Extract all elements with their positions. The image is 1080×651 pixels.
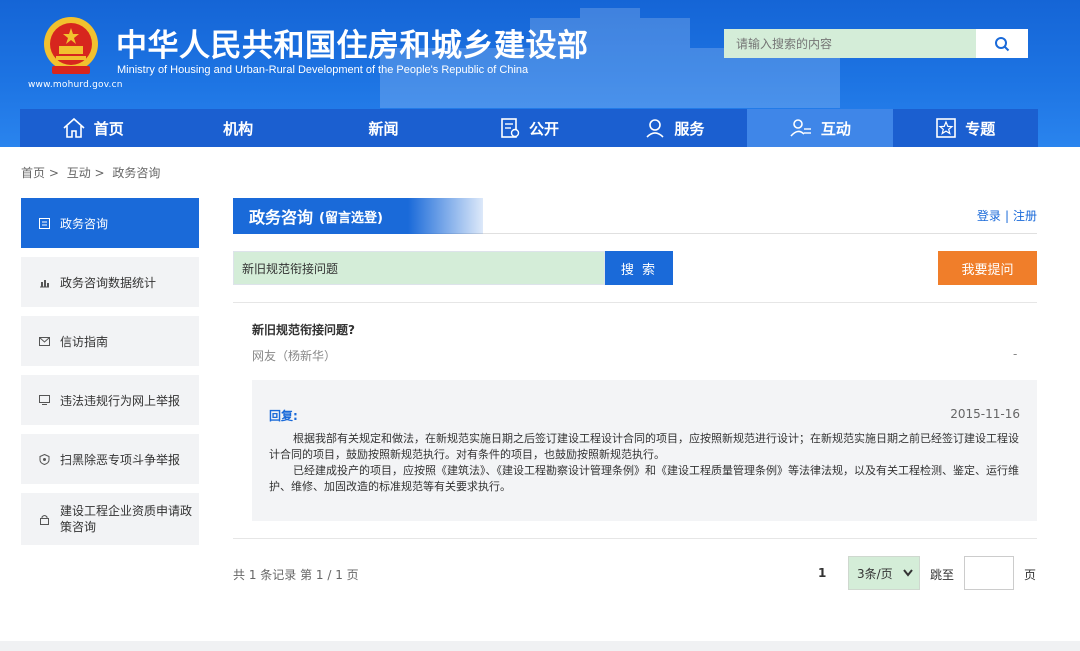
reply-label: 回复: (269, 409, 298, 423)
sidebar-item-label: 扫黑除恶专项斗争举报 (60, 452, 181, 467)
interaction-icon (790, 119, 811, 137)
document-icon (501, 118, 520, 138)
sidebar: 政务咨询 政务咨询数据统计 信访指南 违法违规行为网上举报 扫黑除恶专项斗争举报… (21, 198, 199, 554)
footer-strip (0, 641, 1080, 651)
login-link[interactable]: 登录 (977, 209, 1001, 223)
reply-date: 2015-11-16 (950, 407, 1020, 421)
national-emblem (44, 17, 98, 74)
breadcrumb-interaction[interactable]: 互动 > (67, 166, 105, 180)
sidebar-item-label: 信访指南 (60, 334, 109, 349)
nav-home-label: 首页 (93, 119, 124, 138)
nav-home[interactable]: 首页 (20, 109, 165, 147)
lock-icon (38, 513, 50, 525)
register-link[interactable]: 注册 (1013, 209, 1037, 223)
shield-icon (38, 453, 50, 465)
jump-label: 跳至 (930, 568, 955, 582)
sidebar-item-label: 建设工程企业资质申请政策咨询 (60, 504, 193, 534)
sidebar-item-consult[interactable]: 政务咨询 (21, 198, 199, 248)
service-icon (646, 119, 664, 138)
home-icon (63, 117, 85, 138)
nav-interaction-label: 互动 (820, 119, 851, 138)
page-size-value: 3条/页 (857, 566, 893, 581)
sidebar-item-label: 政务咨询数据统计 (60, 275, 157, 290)
nav-service[interactable]: 服务 (602, 109, 747, 147)
sidebar-item-qualification[interactable]: 建设工程企业资质申请政策咨询 (21, 493, 199, 545)
sidebar-item-petition-guide[interactable]: 信访指南 (21, 316, 199, 366)
sidebar-item-label: 政务咨询 (60, 216, 109, 231)
reply-paragraph: 已经建成投产的项目，应按照《建筑法》、《建设工程勘察设计管理条例》和《建设工程质… (269, 464, 1019, 493)
site-title: 中华人民共和国住房和城乡建设部 (116, 28, 589, 64)
page-unit-label: 页 (1024, 568, 1037, 582)
reply-body: 根据我部有关规定和做法，在新规范实施日期之后签订建设工程设计合同的项目，应按照新… (269, 431, 1027, 495)
page-size-select[interactable]: 3条/页 (848, 556, 920, 590)
auth-links: 登录 | 注册 (977, 207, 1037, 224)
nav-topics[interactable]: 专题 (893, 109, 1038, 147)
section-tab: 政务咨询 (留言选登) (233, 198, 483, 234)
chevron-down-icon (903, 569, 913, 577)
consult-search-input[interactable] (233, 251, 605, 285)
star-icon (936, 118, 957, 138)
divider (233, 538, 1037, 539)
site-title-english: Ministry of Housing and Urban-Rural Deve… (117, 64, 529, 76)
nav-interaction[interactable]: 互动 (747, 109, 893, 147)
chart-icon (38, 276, 50, 288)
header-search-button[interactable] (976, 29, 1028, 58)
nav-service-label: 服务 (674, 119, 705, 138)
page-number[interactable]: 1 (818, 566, 826, 580)
jump-page-input[interactable] (964, 556, 1014, 590)
question-title[interactable]: 新旧规范衔接问题? (252, 321, 355, 338)
breadcrumb-home[interactable]: 首页 > (21, 166, 59, 180)
header-search (724, 29, 1028, 58)
sidebar-item-crime-report[interactable]: 扫黑除恶专项斗争举报 (21, 434, 199, 484)
mail-icon (38, 335, 50, 347)
sidebar-item-label: 违法违规行为网上举报 (60, 393, 181, 408)
site-header: www.mohurd.gov.cn 中华人民共和国住房和城乡建设部 Minist… (0, 0, 1080, 147)
question-user: 网友（杨新华） (252, 349, 337, 363)
list-icon (38, 217, 50, 229)
search-icon (995, 36, 1010, 51)
pagination: 共 1 条记录 第 1 / 1 页 1 3条/页 跳至 页 (233, 556, 1037, 590)
sidebar-item-statistics[interactable]: 政务咨询数据统计 (21, 257, 199, 307)
nav-organization-label: 机构 (223, 119, 254, 138)
reply-paragraph: 根据我部有关规定和做法，在新规范实施日期之后签订建设工程设计合同的项目，应按照新… (269, 432, 1019, 461)
sidebar-item-online-report[interactable]: 违法违规行为网上举报 (21, 375, 199, 425)
nav-public-label: 公开 (528, 119, 559, 138)
nav-organization[interactable]: 机构 (165, 109, 310, 147)
ask-question-button[interactable]: 我要提问 (938, 251, 1037, 285)
nav-public[interactable]: 公开 (456, 109, 601, 147)
consult-search-button[interactable]: 搜 索 (605, 251, 673, 285)
record-count: 共 1 条记录 第 1 / 1 页 (233, 568, 359, 582)
section-subtitle: (留言选登) (319, 210, 383, 226)
monitor-icon (38, 394, 50, 406)
breadcrumb: 首页 > 互动 > 政务咨询 (21, 164, 164, 181)
section-title: 政务咨询 (249, 208, 314, 227)
reply-box: 回复: 2015-11-16 根据我部有关规定和做法，在新规范实施日期之后签订建… (252, 380, 1037, 521)
auth-separator: | (1004, 209, 1009, 223)
site-url: www.mohurd.gov.cn (28, 80, 123, 90)
nav-topics-label: 专题 (965, 119, 996, 138)
header-search-input[interactable] (724, 29, 976, 58)
breadcrumb-current: 政务咨询 (112, 166, 161, 180)
nav-news-label: 新闻 (368, 119, 399, 138)
nav-news[interactable]: 新闻 (311, 109, 456, 147)
main-header: 政务咨询 (留言选登) 登录 | 注册 (233, 198, 1037, 234)
main-nav: 首页 机构 新闻 公开 服务 互动 专题 (20, 109, 1038, 147)
question-dash: - (1013, 347, 1018, 361)
consult-search: 搜 索 我要提问 (233, 251, 1037, 285)
divider (233, 302, 1037, 303)
